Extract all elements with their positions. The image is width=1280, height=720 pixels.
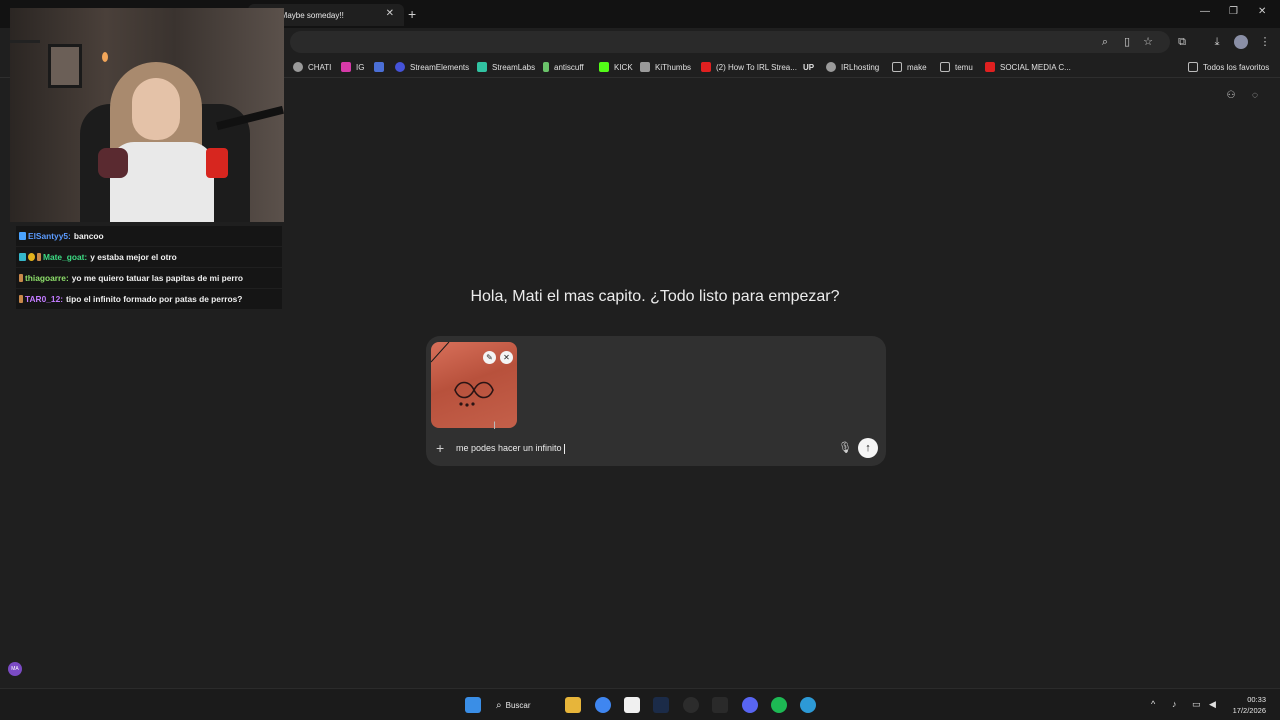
tray-mic-icon[interactable]: ♪ — [1172, 699, 1177, 709]
zoom-icon[interactable]: ⌕ — [1098, 35, 1112, 49]
epic-games-icon[interactable] — [712, 697, 728, 713]
remove-image-icon[interactable]: ✕ — [500, 351, 513, 364]
maximize-icon[interactable]: ❐ — [1229, 6, 1238, 17]
antiscuff-icon — [543, 62, 549, 72]
bookmark-item[interactable]: SOCIAL MEDIA C... — [985, 60, 1071, 74]
folder-icon — [892, 62, 902, 72]
profile-avatar-icon[interactable] — [1234, 35, 1248, 49]
page-title: Hola, Mati el mas capito. ¿Todo listo pa… — [470, 288, 840, 305]
network-icon[interactable]: ▭ — [1192, 699, 1201, 710]
chrome-icon[interactable] — [595, 697, 611, 713]
chat-message: Mate_goat: y estaba mejor el otro — [16, 247, 282, 267]
folder-icon — [940, 62, 950, 72]
spotify-icon[interactable] — [771, 697, 787, 713]
edit-image-icon[interactable]: ✎ — [483, 351, 496, 364]
windows-taskbar: ⌕ Buscar ^ ♪ ▭ ◀ 00:33 17/2/2026 — [0, 688, 1280, 720]
app-icon[interactable] — [800, 697, 816, 713]
microphone — [206, 148, 228, 178]
bookmark-item[interactable] — [374, 60, 389, 74]
stream-chat-overlay: ElSantyy5: bancoo Mate_goat: y estaba me… — [16, 226, 282, 310]
streamelements-icon — [395, 62, 405, 72]
new-tab-button[interactable]: + — [408, 6, 416, 22]
prompt-composer: ✎ ✕ + me podes hacer un infinito 🎙︎ ↑ — [426, 336, 886, 466]
bookmark-item[interactable]: StreamElements — [395, 60, 469, 74]
chat-message: thiagoarre: yo me quiero tatuar las papi… — [16, 268, 282, 288]
obs-icon[interactable] — [683, 697, 699, 713]
download-icon[interactable]: ⤓ — [1210, 35, 1224, 49]
badge-icon — [37, 253, 41, 261]
instagram-icon — [341, 62, 351, 72]
bookmark-item[interactable]: KiThumbs — [640, 60, 691, 74]
send-button[interactable]: ↑ — [858, 438, 878, 458]
add-attachment-button[interactable]: + — [436, 440, 444, 456]
youtube-icon — [701, 62, 711, 72]
temporary-chat-icon[interactable]: ◌ — [1249, 90, 1261, 102]
bookmark-star-icon[interactable]: ☆ — [1141, 35, 1155, 49]
bookmark-item[interactable]: UP — [803, 60, 814, 74]
microphone-icon[interactable]: 🎙︎ — [838, 441, 852, 455]
badge-icon — [28, 253, 35, 261]
kithumbs-icon — [640, 62, 650, 72]
discord-icon[interactable] — [742, 697, 758, 713]
prompt-input[interactable]: me podes hacer un infinito — [456, 443, 565, 454]
bookmark-item[interactable]: StreamLabs — [477, 60, 535, 74]
text-caret — [563, 443, 565, 454]
badge-icon — [19, 232, 26, 240]
window-close-icon[interactable]: ✕ — [1258, 6, 1266, 17]
page-info-icon[interactable]: ▯ — [1120, 35, 1134, 49]
steam-icon[interactable] — [653, 697, 669, 713]
taskbar-search-button[interactable]: ⌕ Buscar — [496, 695, 531, 715]
menu-kebab-icon[interactable]: ⋮ — [1258, 35, 1272, 49]
chart-icon — [374, 62, 384, 72]
globe-icon — [826, 62, 836, 72]
bookmark-folder[interactable]: make — [892, 60, 927, 74]
attached-image-thumbnail[interactable]: ✎ ✕ — [431, 342, 517, 428]
bookmark-item[interactable]: antiscuff — [543, 60, 584, 74]
tray-chevron-icon[interactable]: ^ — [1151, 699, 1155, 709]
bookmark-item[interactable]: IRLhosting — [826, 60, 879, 74]
windows-start-icon[interactable] — [465, 697, 481, 713]
extensions-icon[interactable]: ⧉ — [1175, 35, 1189, 49]
youtube-icon — [985, 62, 995, 72]
kick-icon — [599, 62, 609, 72]
system-clock[interactable]: 00:33 17/2/2026 — [1222, 694, 1266, 716]
text-cursor-icon: I — [493, 420, 497, 432]
file-explorer-icon[interactable] — [565, 697, 581, 713]
picture-frame — [48, 44, 82, 88]
streamlabs-icon — [477, 62, 487, 72]
minimize-icon[interactable]: — — [1200, 6, 1210, 17]
badge-icon — [19, 253, 26, 261]
volume-icon[interactable]: ◀ — [1209, 699, 1216, 710]
folder-icon — [1188, 62, 1198, 72]
bookmark-folder[interactable]: temu — [940, 60, 973, 74]
webcam-overlay — [10, 8, 284, 222]
search-icon: ⌕ — [496, 699, 502, 711]
badge-icon — [19, 295, 23, 303]
tab-title: n Maybe someday!! — [274, 10, 344, 20]
tab-close-icon[interactable]: ✕ — [386, 8, 394, 19]
all-bookmarks-folder[interactable]: Todos los favoritos — [1188, 60, 1269, 74]
bookmark-item[interactable]: (2) How To IRL Strea... — [701, 60, 797, 74]
user-icon[interactable]: ⚇ — [1225, 90, 1237, 102]
capcut-icon[interactable] — [624, 697, 640, 713]
bookmark-icon — [293, 62, 303, 72]
badge-icon — [19, 274, 23, 282]
chat-message: ElSantyy5: bancoo — [16, 226, 282, 246]
chat-message: TAR0_12: tipo el infinito formado por pa… — [16, 289, 282, 309]
bookmark-item[interactable]: IG — [341, 60, 364, 74]
address-bar[interactable] — [290, 31, 1170, 53]
bookmark-item[interactable]: CHATI — [293, 60, 331, 74]
account-avatar[interactable]: MA — [8, 662, 22, 676]
bookmark-item[interactable]: KICK — [599, 60, 633, 74]
